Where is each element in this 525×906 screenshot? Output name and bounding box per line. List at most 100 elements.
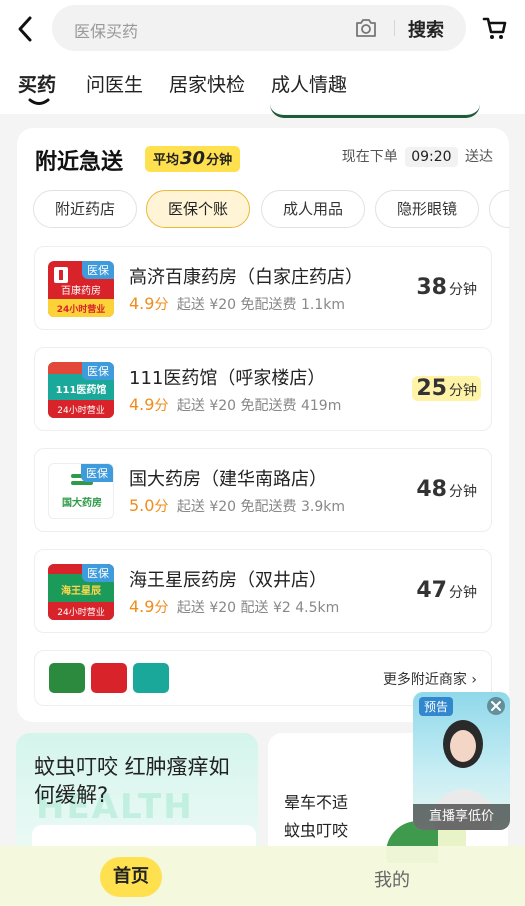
merchant-logo-icon [133,663,169,693]
delivery-fee: 免配送费 [240,398,297,414]
filter-chips: 附近药店 医保个账 成人用品 隐形眼镜 [33,190,509,230]
live-stream-widget[interactable]: 预告 直播享低价 [413,692,510,830]
delivery-eta: 现在下单 09:20 送达 [341,146,493,167]
avg-suffix: 分钟 [206,153,233,168]
insurance-badge: 医保 [82,564,114,582]
more-label: 更多附近商家 [382,672,467,688]
store-name: 高济百康药房（白家庄药店） [129,267,363,288]
store-rating: 4.9分 [129,395,168,414]
chip-medical-insurance[interactable]: 医保个账 [146,190,250,228]
more-merchants-link[interactable]: 更多附近商家 › [383,669,477,689]
store-logo: 海王星辰 24小时营业 医保 [48,564,114,620]
tab-mine[interactable]: 我的 [374,866,410,892]
section-title: 附近急送 [35,150,124,175]
search-button[interactable]: 搜索 [408,16,444,42]
camera-icon[interactable] [354,17,378,39]
time-unit: 分钟 [449,484,477,500]
rating-value: 4.9 [129,395,155,414]
eta-prefix: 现在下单 [341,149,398,165]
insurance-badge: 医保 [82,261,114,279]
rating-unit: 分 [154,600,169,616]
store-item[interactable]: 海王星辰 24小时营业 医保 海王星辰药房（双井店） 4.9分 起送 ¥20 配… [34,549,492,633]
delivery-fee: 配送 ¥2 [240,600,291,616]
store-meta: 4.9分 起送 ¥20 免配送费 1.1km [129,294,345,314]
min-order: 起送 ¥20 [176,600,237,616]
tab-adult[interactable]: 成人情趣 [271,70,347,97]
tab-home-test[interactable]: 居家快检 [169,70,245,97]
store-rating: 4.9分 [129,294,168,313]
cart-icon[interactable] [482,14,508,42]
avg-prefix: 平均 [153,153,180,168]
search-input[interactable]: 医保买药 [74,18,138,42]
nearby-delivery-card: 附近急送 平均 30 分钟 现在下单 09:20 送达 附近药店 医保个账 成人… [17,128,509,722]
chip-nearby-pharmacy[interactable]: 附近药店 [33,190,137,228]
time-unit: 分钟 [449,383,477,399]
store-name: 海王星辰药房（双井店） [129,570,327,591]
banner-peek [270,104,480,118]
delivery-fee: 免配送费 [240,499,297,515]
close-icon[interactable] [487,697,505,715]
store-item[interactable]: 111医药馆 24小时营业 医保 111医药馆（呼家楼店） 4.9分 起送 ¥2… [34,347,492,431]
store-rating: 5.0分 [129,496,168,515]
logo-sub: 24小时营业 [57,606,104,618]
top-bar: 医保买药 搜索 [0,0,525,58]
logo-text: 111医药馆 [56,383,107,396]
store-logo: 百康药房 24小时营业 医保 [48,261,114,317]
delivery-fee: 免配送费 [240,297,297,313]
delivery-time: 25 分钟 [412,376,481,401]
rating-value: 5.0 [129,496,155,515]
logo-sub: 24小时营业 [57,404,104,416]
distance: 1.1km [300,297,345,313]
avg-time-badge: 平均 30 分钟 [145,146,241,172]
eta-suffix: 送达 [465,149,493,165]
time-number: 38 [416,275,447,300]
store-rating: 4.9分 [129,597,168,616]
banner-title: 蚊虫叮咬 红肿瘙痒如何缓解? [34,755,230,807]
avg-minutes: 30 [180,148,206,169]
store-name: 国大药房（建华南路店） [129,469,327,490]
store-item[interactable]: 百康药房 24小时营业 医保 高济百康药房（白家庄药店） 4.9分 起送 ¥20… [34,246,492,330]
logo-sub: 24小时营业 [57,303,106,315]
store-logo: 国大药房 医保 [48,463,114,519]
eta-time: 09:20 [405,147,458,167]
time-number: 25 [416,376,447,401]
distance: 4.5km [295,600,340,616]
symptom-motion-sickness[interactable]: 晕车不适 [284,789,348,813]
live-preview-tag: 预告 [419,697,454,716]
logo-text: 百康药房 [61,284,101,297]
chip-contact-lens[interactable]: 隐形眼镜 [375,190,479,228]
rating-unit: 分 [154,297,169,313]
store-meta: 5.0分 起送 ¥20 免配送费 3.9km [129,496,345,516]
rating-unit: 分 [154,499,169,515]
delivery-time: 48 分钟 [416,477,477,502]
rating-unit: 分 [154,398,169,414]
tab-home[interactable]: 首页 [100,857,162,897]
merchant-logo-icon [91,663,127,693]
chip-adult-products[interactable]: 成人用品 [261,190,365,228]
symptom-insect-bite[interactable]: 蚊虫叮咬 [284,817,348,841]
back-arrow-icon[interactable] [12,12,40,46]
delivery-time: 38 分钟 [416,275,477,300]
time-number: 47 [416,578,447,603]
min-order: 起送 ¥20 [176,499,237,515]
chip-more[interactable] [489,190,509,228]
merchant-logo-icon [49,663,85,693]
min-order: 起送 ¥20 [176,297,237,313]
store-item[interactable]: 国大药房 医保 国大药房（建华南路店） 5.0分 起送 ¥20 免配送费 3.9… [34,448,492,532]
health-tip-banner[interactable]: HEALTH 蚊虫叮咬 红肿瘙痒如何缓解? [16,733,258,863]
time-number: 48 [416,477,447,502]
store-meta: 4.9分 起送 ¥20 免配送费 419m [129,395,341,415]
time-unit: 分钟 [449,585,477,601]
search-bar[interactable]: 医保买药 搜索 [52,5,466,51]
time-unit: 分钟 [449,282,477,298]
distance: 419m [300,398,342,414]
store-logo: 111医药馆 24小时营业 医保 [48,362,114,418]
distance: 3.9km [300,499,345,515]
tab-buy-medicine[interactable]: 买药 [18,70,56,97]
tab-ask-doctor[interactable]: 问医生 [86,70,143,97]
delivery-time: 47 分钟 [416,578,477,603]
search-divider [394,20,395,36]
rating-value: 4.9 [129,294,155,313]
live-caption: 直播享低价 [413,804,510,830]
chevron-right-icon: › [471,672,477,688]
